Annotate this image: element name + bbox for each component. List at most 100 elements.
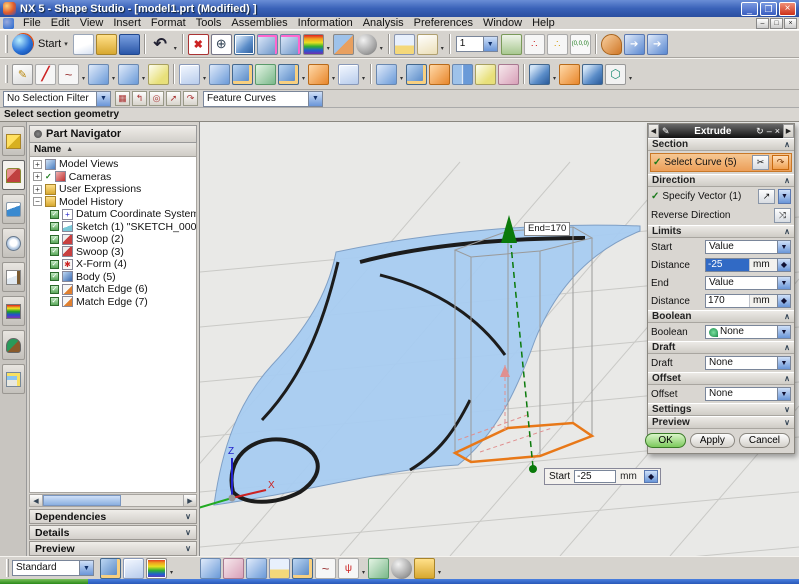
four-point-surface-icon[interactable] <box>179 64 200 85</box>
move-component-icon[interactable] <box>280 34 301 55</box>
draft-combo[interactable]: None <box>705 356 791 370</box>
scrollbar-thumb[interactable] <box>43 495 121 506</box>
menu-information[interactable]: Information <box>293 17 358 30</box>
start-distance-input[interactable]: -25 mm ◆ <box>705 258 791 272</box>
reset-icon[interactable]: ↻ <box>756 125 764 137</box>
layer-settings-icon[interactable] <box>501 34 522 55</box>
sketch-icon[interactable]: ✎ <box>12 64 33 85</box>
shaded-view-icon[interactable] <box>234 34 255 55</box>
sphere-tool-icon[interactable] <box>356 34 377 55</box>
studio-dropdown-icon[interactable] <box>300 64 307 85</box>
mdi-restore-icon[interactable]: □ <box>770 18 783 29</box>
restore-icon[interactable]: ❒ <box>760 2 777 16</box>
spline-dropdown-icon[interactable] <box>80 64 87 85</box>
section-plane-icon[interactable] <box>148 64 169 85</box>
menu-file[interactable]: File <box>18 17 46 30</box>
highlight-lines-icon[interactable] <box>200 558 221 579</box>
tree-item-model-views[interactable]: +Model Views <box>30 158 196 171</box>
extrude-icon[interactable] <box>308 64 329 85</box>
zoom-view-icon[interactable]: ⊕ <box>211 34 232 55</box>
start-distance-field[interactable]: -25 <box>574 470 616 483</box>
tree-item-xform[interactable]: ✓✱X-Form (4) <box>30 258 196 271</box>
tree-item-model-history[interactable]: −Model History <box>30 196 196 209</box>
sphere-dropdown-icon[interactable] <box>378 34 385 55</box>
save-icon[interactable] <box>119 34 140 55</box>
group-direction[interactable]: Direction∧ <box>648 174 794 187</box>
work-layer-combo[interactable]: 1 <box>456 36 498 52</box>
face-analysis-diamond-icon[interactable] <box>123 558 144 579</box>
point-set-icon[interactable]: ∴ <box>524 34 545 55</box>
measure-angle-icon[interactable] <box>417 34 438 55</box>
image-dropdown-icon[interactable] <box>325 34 332 55</box>
studio-spline-icon[interactable]: ~ <box>58 64 79 85</box>
cancel-button[interactable]: Cancel <box>739 433 790 448</box>
menu-format[interactable]: Format <box>146 17 191 30</box>
selection-filter-combo[interactable]: No Selection Filter <box>3 91 111 107</box>
swoop-surface[interactable] <box>214 225 640 505</box>
styled-blend-icon[interactable] <box>406 64 427 85</box>
clip-right-icon[interactable]: ▶ <box>783 124 794 138</box>
datum-csys-icon[interactable]: (0,0,0) <box>570 34 591 55</box>
striped-surface-icon[interactable] <box>368 558 389 579</box>
zoom-analysis-icon[interactable] <box>391 558 412 579</box>
snap-point-icon[interactable]: ▦ <box>115 91 130 106</box>
curvature-comb-icon[interactable]: ~ <box>315 558 336 579</box>
select-curve-row[interactable]: ✓ Select Curve (5) ✂ ↷ <box>650 153 792 172</box>
menu-preferences[interactable]: Preferences <box>409 17 478 30</box>
spinner-icon[interactable]: ◆ <box>777 259 790 271</box>
start-distance-inputbox[interactable]: Start -25 mm ◆ <box>544 468 661 485</box>
assembly-constraints-icon[interactable] <box>257 34 278 55</box>
graphics-window[interactable]: Z X Y End=170 Start -25 mm ◆ ◀ ✎ Extrude… <box>200 122 799 556</box>
reverse-direction-icon[interactable]: ⤨ <box>774 208 791 223</box>
start-handle[interactable] <box>529 465 537 473</box>
tree-item-datum-csys[interactable]: ✓+Datum Coordinate System (0) <box>30 208 196 221</box>
curve-select-icon[interactable]: ↷ <box>772 155 789 170</box>
close-icon[interactable]: × <box>779 2 796 16</box>
start-spinner-icon[interactable]: ◆ <box>644 470 658 483</box>
export-scene-icon[interactable] <box>414 558 435 579</box>
tree-item-user-expressions[interactable]: +User Expressions <box>30 183 196 196</box>
back-view-icon[interactable]: ➔ <box>624 34 645 55</box>
menu-view[interactable]: View <box>75 17 109 30</box>
section-sketch-icon[interactable]: ✂ <box>752 155 769 170</box>
system-materials-icon[interactable] <box>2 262 25 292</box>
ok-button[interactable]: OK <box>645 433 685 448</box>
export-dropdown-icon[interactable] <box>436 558 443 579</box>
os-start-button[interactable] <box>0 579 88 584</box>
dependencies-panel[interactable]: Dependencies∨ <box>29 509 197 524</box>
end-type-combo[interactable]: Value <box>705 276 791 290</box>
details-panel[interactable]: Details∨ <box>29 525 197 540</box>
clip-left-icon[interactable]: ◀ <box>648 124 659 138</box>
sort-asc-icon[interactable]: ▲ <box>66 146 73 153</box>
internet-browser-icon[interactable] <box>2 194 25 224</box>
group-offset[interactable]: Offset∧ <box>648 372 794 385</box>
horizontal-scrollbar[interactable]: ◀ ▶ <box>29 494 197 507</box>
analysis-preset-combo[interactable]: Standard <box>12 560 94 576</box>
bridge-surface-icon[interactable] <box>452 64 473 85</box>
group-limits[interactable]: Limits∧ <box>648 225 794 238</box>
new-part-icon[interactable] <box>73 34 94 55</box>
lasso-icon[interactable]: ↷ <box>183 91 198 106</box>
part-navigator-header[interactable]: Part Navigator <box>29 125 197 143</box>
model-swap-icon[interactable] <box>333 34 354 55</box>
studio-surface-icon[interactable] <box>278 64 299 85</box>
grid-analysis-icon[interactable] <box>269 558 290 579</box>
menu-help[interactable]: Help <box>527 17 560 30</box>
point-cloud-icon[interactable]: ∴ <box>547 34 568 55</box>
surface-intersection-icon[interactable] <box>292 558 313 579</box>
spinner-icon[interactable]: ◆ <box>777 295 790 307</box>
deselect-icon[interactable]: ↰ <box>132 91 147 106</box>
undo-icon[interactable]: ↶ <box>150 34 171 55</box>
draft-analysis-dome-icon[interactable] <box>223 558 244 579</box>
mdi-minimize-icon[interactable]: – <box>756 18 769 29</box>
x-form-icon[interactable] <box>559 64 580 85</box>
menu-window[interactable]: Window <box>478 17 527 30</box>
boolean-dropdown-icon[interactable] <box>627 64 634 85</box>
menu-insert[interactable]: Insert <box>108 17 146 30</box>
face-analysis-dye-icon[interactable] <box>146 558 167 579</box>
visualization-palette-icon[interactable] <box>2 296 25 326</box>
fit-curve-icon[interactable] <box>88 64 109 85</box>
undo-dropdown-icon[interactable] <box>172 34 179 55</box>
visual-palette-icon[interactable] <box>601 34 622 55</box>
sweep-along-guide-icon[interactable] <box>376 64 397 85</box>
